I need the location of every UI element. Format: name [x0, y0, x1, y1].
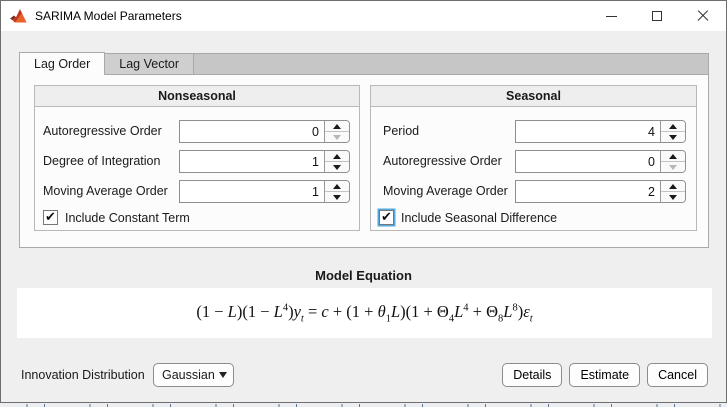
- chevron-down-icon: [219, 372, 227, 378]
- include-seasonal-difference-label: Include Seasonal Difference: [401, 211, 557, 225]
- spinner-down-button[interactable]: [661, 162, 685, 172]
- spinner-buttons: [324, 181, 349, 202]
- seasonal-ar-spinner[interactable]: [515, 150, 686, 173]
- tab-bar-filler: [194, 53, 709, 74]
- arrow-up-icon: [669, 124, 677, 129]
- innovation-distribution-dropdown[interactable]: Gaussian: [153, 363, 234, 387]
- estimate-button[interactable]: Estimate: [569, 363, 640, 387]
- nonseasonal-group-title: Nonseasonal: [35, 86, 359, 107]
- maximize-button[interactable]: [634, 1, 680, 31]
- nonseasonal-ar-input[interactable]: [180, 121, 324, 142]
- arrow-down-icon: [333, 135, 341, 140]
- spinner-up-button[interactable]: [325, 181, 349, 192]
- arrow-down-icon: [669, 135, 677, 140]
- seasonal-period-input[interactable]: [516, 121, 660, 142]
- dialog-body: Lag Order Lag Vector Nonseasonal Autoreg…: [1, 31, 726, 402]
- seasonal-ar-row: Autoregressive Order: [371, 150, 696, 174]
- spinner-up-button[interactable]: [325, 151, 349, 162]
- include-constant-term-checkbox[interactable]: Include Constant Term: [43, 210, 190, 225]
- constant-term-row: Include Constant Term: [35, 208, 359, 232]
- nonseasonal-ma-input[interactable]: [180, 181, 324, 202]
- seasonal-ma-row: Moving Average Order: [371, 180, 696, 204]
- spinner-up-button[interactable]: [325, 121, 349, 132]
- seasonal-period-spinner[interactable]: [515, 120, 686, 143]
- nonseasonal-ma-row: Moving Average Order: [35, 180, 359, 204]
- model-equation: (1 − L)(1 − L4)yt = c + (1 + θ1L)(1 + Θ4…: [196, 302, 532, 324]
- tab-lag-vector[interactable]: Lag Vector: [105, 53, 194, 74]
- nonseasonal-integration-label: Degree of Integration: [43, 150, 160, 173]
- nonseasonal-ar-row: Autoregressive Order: [35, 120, 359, 144]
- maximize-icon: [652, 11, 662, 21]
- spinner-up-button[interactable]: [661, 121, 685, 132]
- close-button[interactable]: [680, 1, 726, 31]
- model-equation-strip: (1 − L)(1 − L4)yt = c + (1 + θ1L)(1 + Θ4…: [17, 288, 712, 338]
- details-button[interactable]: Details: [502, 363, 562, 387]
- title-bar[interactable]: SARIMA Model Parameters: [1, 1, 726, 31]
- spinner-up-button[interactable]: [661, 151, 685, 162]
- seasonal-ar-input[interactable]: [516, 151, 660, 172]
- arrow-down-icon: [669, 195, 677, 200]
- seasonal-group: Seasonal Period: [370, 85, 697, 231]
- seasonal-difference-row: Include Seasonal Difference: [371, 208, 696, 232]
- close-icon: [697, 10, 709, 22]
- sarima-parameters-dialog: SARIMA Model Parameters Lag Order Lag Ve…: [0, 0, 727, 403]
- nonseasonal-group: Nonseasonal Autoregressive Order: [34, 85, 360, 231]
- checkbox-checked-icon[interactable]: [43, 210, 58, 225]
- cancel-button[interactable]: Cancel: [647, 363, 708, 387]
- seasonal-ma-spinner[interactable]: [515, 180, 686, 203]
- include-constant-term-label: Include Constant Term: [65, 211, 190, 225]
- arrow-down-icon: [333, 165, 341, 170]
- spinner-down-button[interactable]: [325, 162, 349, 172]
- nonseasonal-integration-row: Degree of Integration: [35, 150, 359, 174]
- nonseasonal-ar-label: Autoregressive Order: [43, 120, 162, 143]
- model-equation-title: Model Equation: [1, 268, 726, 283]
- lag-tabpanel: Lag Order Lag Vector Nonseasonal Autoreg…: [19, 52, 709, 248]
- innovation-distribution-label: Innovation Distribution: [21, 363, 145, 387]
- spinner-down-button[interactable]: [661, 192, 685, 202]
- spinner-buttons: [660, 121, 685, 142]
- spinner-buttons: [660, 151, 685, 172]
- window-controls: [588, 1, 726, 31]
- arrow-up-icon: [669, 184, 677, 189]
- seasonal-group-title: Seasonal: [371, 86, 696, 107]
- arrow-up-icon: [333, 154, 341, 159]
- minimize-icon: [606, 16, 617, 17]
- innovation-distribution-value: Gaussian: [162, 368, 215, 382]
- seasonal-period-row: Period: [371, 120, 696, 144]
- tab-lag-order[interactable]: Lag Order: [19, 52, 105, 75]
- spinner-buttons: [324, 121, 349, 142]
- tab-bar: Lag Order Lag Vector: [19, 52, 709, 74]
- lag-order-tab-content: Nonseasonal Autoregressive Order: [19, 74, 709, 248]
- seasonal-ma-label: Moving Average Order: [383, 180, 508, 203]
- nonseasonal-integration-input[interactable]: [180, 151, 324, 172]
- spinner-down-button[interactable]: [661, 132, 685, 142]
- arrow-down-icon: [669, 165, 677, 170]
- arrow-up-icon: [333, 124, 341, 129]
- nonseasonal-ar-spinner[interactable]: [179, 120, 350, 143]
- spinner-up-button[interactable]: [661, 181, 685, 192]
- arrow-up-icon: [333, 184, 341, 189]
- spinner-buttons: [324, 151, 349, 172]
- include-seasonal-difference-checkbox[interactable]: Include Seasonal Difference: [379, 210, 557, 225]
- nonseasonal-integration-spinner[interactable]: [179, 150, 350, 173]
- arrow-up-icon: [669, 154, 677, 159]
- screen: SARIMA Model Parameters Lag Order Lag Ve…: [0, 0, 727, 407]
- seasonal-ma-input[interactable]: [516, 181, 660, 202]
- footer-buttons: Details Estimate Cancel: [502, 363, 708, 387]
- minimize-button[interactable]: [588, 1, 634, 31]
- arrow-down-icon: [333, 195, 341, 200]
- spinner-buttons: [660, 181, 685, 202]
- nonseasonal-ma-label: Moving Average Order: [43, 180, 168, 203]
- seasonal-ar-label: Autoregressive Order: [383, 150, 502, 173]
- checkbox-checked-icon[interactable]: [379, 210, 394, 225]
- matlab-icon: [10, 9, 27, 24]
- spinner-down-button[interactable]: [325, 192, 349, 202]
- spinner-down-button[interactable]: [325, 132, 349, 142]
- window-title: SARIMA Model Parameters: [35, 9, 182, 23]
- nonseasonal-ma-spinner[interactable]: [179, 180, 350, 203]
- seasonal-period-label: Period: [383, 120, 419, 143]
